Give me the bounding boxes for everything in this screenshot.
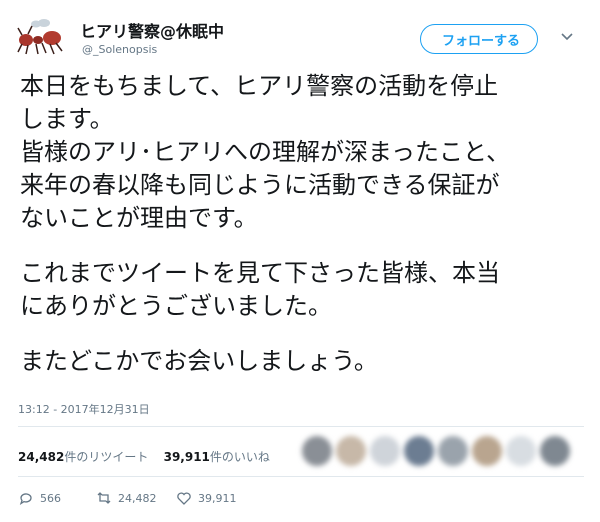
tweet-line: ないことが理由です。 <box>20 204 258 232</box>
tweet-timestamp[interactable]: 13:12 - 2017年12月31日 <box>18 401 150 417</box>
tweet-line: にありがとうございました。 <box>20 292 332 320</box>
tweet-text: 本日をもちまして、ヒアリ警察の活動を停止 します。 皆様のアリ･ヒアリへの理解が… <box>20 70 586 400</box>
like-stat-count: 39,911 <box>163 450 210 464</box>
liker-avatar <box>370 436 400 466</box>
tweet-line: 皆様のアリ･ヒアリへの理解が深まったこと、 <box>20 138 511 166</box>
chevron-down-icon[interactable] <box>560 28 574 42</box>
fire-ant-icon <box>17 19 63 55</box>
follow-button[interactable]: フォローする <box>420 24 538 54</box>
like-count: 39,911 <box>198 491 237 505</box>
heart-icon <box>177 492 191 505</box>
follow-button-label: フォローする <box>441 33 520 49</box>
retweet-count: 24,482 <box>118 491 157 505</box>
liker-avatar <box>404 436 434 466</box>
retweet-stat-label: 件のリツイート <box>64 450 149 464</box>
avatar[interactable] <box>16 16 64 56</box>
reply-icon <box>19 493 32 506</box>
liker-avatar <box>302 436 332 466</box>
reply-button[interactable]: 566 <box>18 490 96 506</box>
tweet-line: 本日をもちまして、ヒアリ警察の活動を停止 <box>20 72 499 100</box>
tweet-paragraph: 本日をもちまして、ヒアリ警察の活動を停止 します。 皆様のアリ･ヒアリへの理解が… <box>20 70 586 235</box>
display-name[interactable]: ヒアリ警察@休眠中 <box>80 18 224 42</box>
liker-avatar <box>438 436 468 466</box>
tweet-paragraph: またどこかでお会いしましょう。 <box>20 345 586 378</box>
like-stat[interactable]: 39,911件のいいね <box>164 450 270 464</box>
reply-count: 566 <box>40 491 61 505</box>
liker-avatar <box>472 436 502 466</box>
retweet-stat-count: 24,482 <box>18 450 65 464</box>
liker-avatar <box>506 436 536 466</box>
retweet-button[interactable]: 24,482 <box>96 490 176 506</box>
like-stat-label: 件のいいね <box>209 450 270 464</box>
divider <box>18 426 584 427</box>
tweet-paragraph: これまでツイートを見て下さった皆様、本当 にありがとうございました。 <box>20 257 586 323</box>
tweet-line: またどこかでお会いしましょう。 <box>20 347 378 375</box>
tweet-header: ヒアリ警察@休眠中 @_Solenopsis フォローする <box>0 0 600 66</box>
like-button[interactable]: 39,911 <box>176 490 256 506</box>
tweet-line: 来年の春以降も同じように活動できる保証が <box>20 171 500 199</box>
liker-avatar <box>336 436 366 466</box>
tweet-line: します。 <box>20 105 114 133</box>
liker-avatars[interactable] <box>302 436 570 470</box>
liker-avatar <box>540 436 570 466</box>
tweet-actions: 566 24,482 39,911 <box>18 488 256 508</box>
user-handle[interactable]: @_Solenopsis <box>82 43 157 56</box>
tweet-line: これまでツイートを見て下さった皆様、本当 <box>20 259 500 287</box>
retweet-icon <box>97 492 111 504</box>
retweet-stat[interactable]: 24,482件のリツイート <box>18 450 148 464</box>
divider <box>18 476 584 477</box>
engagement-stats: 24,482件のリツイート 39,911件のいいね <box>18 448 270 465</box>
